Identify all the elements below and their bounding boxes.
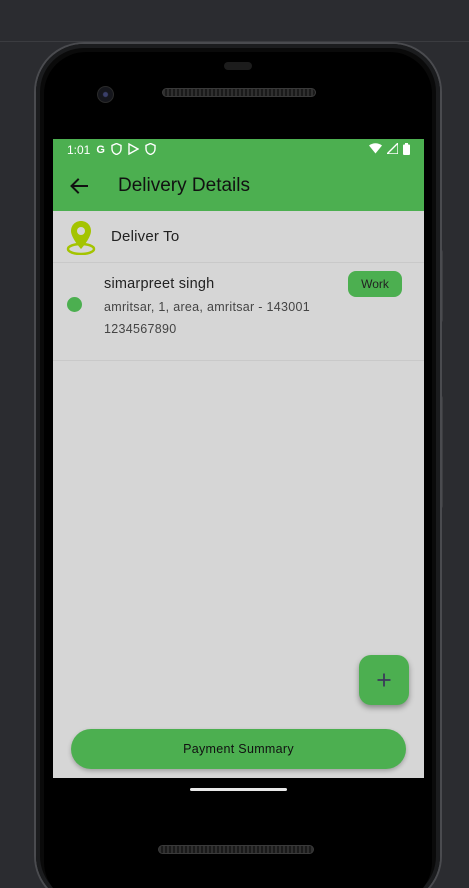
location-pin-icon — [66, 220, 96, 255]
home-indicator[interactable] — [190, 788, 287, 791]
google-icon: G — [96, 143, 105, 156]
plus-icon — [377, 673, 391, 687]
front-camera — [97, 86, 114, 103]
phone-earpiece — [224, 62, 252, 70]
address-select-radio[interactable] — [67, 297, 82, 312]
deliver-to-label: Deliver To — [111, 228, 180, 245]
page-title: Delivery Details — [118, 175, 250, 196]
status-bar: 1:01 G — [53, 139, 424, 161]
wifi-icon — [369, 143, 382, 157]
address-tag-button[interactable]: Work — [348, 271, 402, 297]
address-card[interactable]: simarpreet singh amritsar, 1, area, amri… — [53, 263, 424, 361]
shield-icon — [111, 142, 122, 158]
arrow-left-icon — [70, 178, 88, 194]
app-screen: 1:01 G Delivery Details Deliver To simar… — [53, 139, 424, 778]
address-line: amritsar, 1, area, amritsar - 143001 — [104, 300, 311, 314]
address-phone: 1234567890 — [104, 322, 177, 336]
back-button[interactable] — [67, 174, 91, 198]
top-speaker-grille — [162, 88, 316, 97]
address-name: simarpreet singh — [104, 276, 215, 292]
shield-icon — [145, 142, 156, 158]
add-address-button[interactable] — [359, 655, 409, 705]
status-time: 1:01 — [67, 143, 91, 157]
battery-icon — [403, 142, 410, 158]
app-bar: Delivery Details — [53, 161, 424, 211]
window-top-strip — [0, 0, 469, 42]
deliver-to-header: Deliver To — [53, 211, 424, 263]
bottom-speaker-grille — [158, 845, 314, 854]
payment-summary-button[interactable]: Payment Summary — [71, 729, 406, 769]
play-protect-icon — [128, 142, 140, 158]
signal-icon — [385, 141, 399, 157]
